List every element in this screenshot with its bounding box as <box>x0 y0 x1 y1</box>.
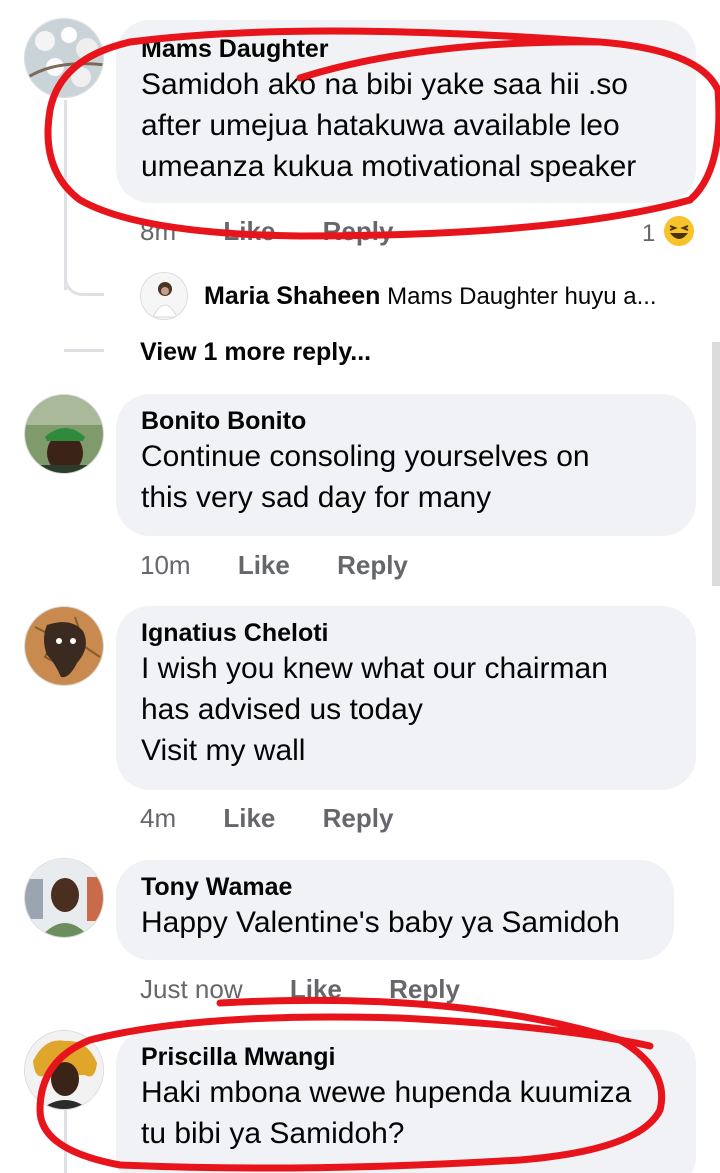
comment-author[interactable]: Ignatius Cheloti <box>141 618 671 648</box>
comment-text: Visit my wall <box>141 734 306 767</box>
laughing-emoji-icon[interactable] <box>662 214 696 248</box>
comment-bubble[interactable]: Tony Wamae Happy Valentine's baby ya Sam… <box>116 860 674 960</box>
like-button[interactable]: Like <box>238 550 290 581</box>
avatar[interactable] <box>24 606 104 686</box>
scrollbar-thumb[interactable] <box>712 342 720 586</box>
comment-author[interactable]: Mams Daughter <box>141 34 671 64</box>
comment-actions: 8m Like Reply <box>140 216 433 247</box>
reply-preview[interactable]: Maria Shaheen Mams Daughter huyu a... <box>140 272 700 322</box>
reply-button[interactable]: Reply <box>323 803 394 834</box>
reaction-count[interactable]: 1 <box>642 220 655 248</box>
comment-time: 8m <box>140 216 177 246</box>
comment-author[interactable]: Tony Wamae <box>141 872 649 902</box>
comment-author[interactable]: Priscilla Mwangi <box>141 1042 671 1072</box>
like-button[interactable]: Like <box>290 974 342 1005</box>
reply-button[interactable]: Reply <box>389 974 460 1005</box>
view-more-replies-link[interactable]: View 1 more reply... <box>140 338 371 367</box>
thread-connector <box>64 296 104 352</box>
comment-text: Samidoh ako na bibi yake saa hii .so <box>141 68 628 101</box>
comment-text: Happy Valentine's baby ya Samidoh <box>141 906 620 939</box>
reply-button[interactable]: Reply <box>323 216 394 247</box>
avatar[interactable] <box>24 858 104 938</box>
comment-text: Haki mbona wewe hupenda kuumiza <box>141 1076 632 1109</box>
avatar[interactable] <box>24 1030 104 1110</box>
comment-actions: 4m Like Reply <box>140 803 433 834</box>
reply-button[interactable]: Reply <box>337 550 408 581</box>
comment-time: Just now <box>140 974 243 1004</box>
comment-text: after umejua hatakuwa available leo <box>141 109 620 142</box>
comment-text: tu bibi ya Samidoh? <box>141 1117 405 1150</box>
comment-actions: Just now Like Reply <box>140 974 500 1005</box>
reply-author[interactable]: Maria Shaheen <box>204 282 380 310</box>
comment-text: has advised us today <box>141 693 423 726</box>
comment-author[interactable]: Bonito Bonito <box>141 406 671 436</box>
comment-text: Continue consoling yourselves on <box>141 440 590 473</box>
like-button[interactable]: Like <box>223 803 275 834</box>
avatar[interactable] <box>24 18 104 98</box>
avatar[interactable] <box>140 272 188 320</box>
comment-text: umeanza kukua motivational speaker <box>141 150 637 183</box>
comment-bubble[interactable]: Bonito Bonito Continue consoling yoursel… <box>116 394 696 536</box>
like-button[interactable]: Like <box>223 216 275 247</box>
comment-bubble[interactable]: Priscilla Mwangi Haki mbona wewe hupenda… <box>116 1030 696 1173</box>
comment-bubble[interactable]: Mams Daughter Samidoh ako na bibi yake s… <box>116 20 696 203</box>
comment-bubble[interactable]: Ignatius Cheloti I wish you knew what ou… <box>116 606 696 790</box>
comment-text: this very sad day for many <box>141 481 492 514</box>
reply-preview-text: Maria Shaheen Mams Daughter huyu a... <box>204 282 657 311</box>
avatar[interactable] <box>24 394 104 474</box>
thread-connector <box>64 250 104 296</box>
comment-time: 10m <box>140 550 191 580</box>
comment-text: I wish you knew what our chairman <box>141 652 608 685</box>
thread-line <box>64 1110 67 1173</box>
comment-actions: 10m Like Reply <box>140 550 448 581</box>
comment-time: 4m <box>140 803 177 833</box>
reply-snippet: Mams Daughter huyu a... <box>387 283 657 310</box>
